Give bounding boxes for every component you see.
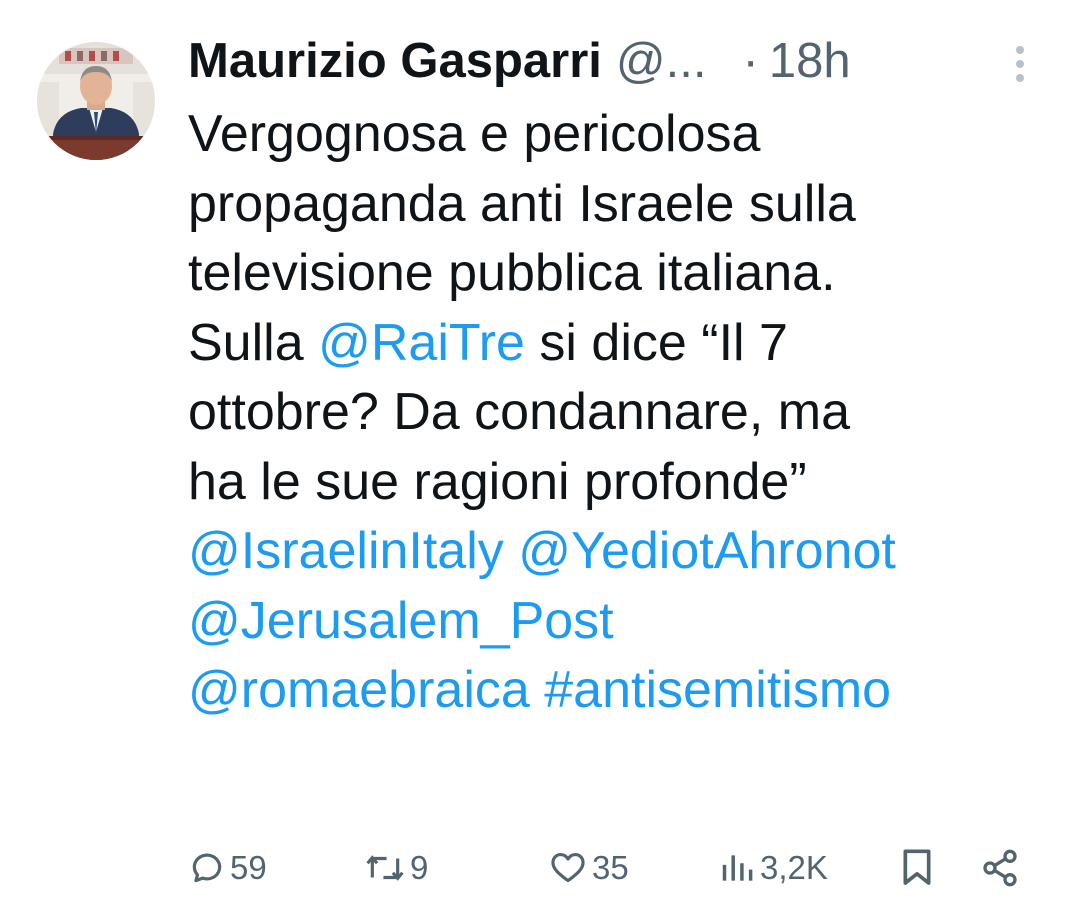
reply-count: 59 (230, 849, 267, 886)
like-button[interactable]: 35 (548, 840, 629, 896)
tweet-text-segment: ottobre? Da condannare, ma (188, 383, 850, 441)
tweet-text-segment: Sulla (188, 313, 319, 372)
repost-icon (364, 849, 406, 887)
repost-button[interactable]: 9 (364, 840, 428, 896)
tweet-line: propaganda anti Israele sulla (188, 170, 1058, 240)
tweet-line: @romaebraica #antisemitismo (188, 656, 1058, 726)
tweet-text-segment (530, 661, 544, 719)
more-options-icon[interactable] (1012, 44, 1028, 84)
share-icon (980, 848, 1020, 888)
tweet-text-segment: si dice “Il 7 (524, 313, 788, 372)
views-button[interactable]: 3,2K (718, 840, 828, 896)
timestamp[interactable]: 18h (769, 33, 851, 89)
reply-button[interactable]: 59 (188, 840, 267, 896)
avatar[interactable] (37, 42, 155, 160)
tweet-line: Vergognosa e pericolosa (188, 100, 1058, 170)
like-icon (548, 849, 588, 887)
mention-link[interactable]: @IsraelinItaly (188, 522, 504, 580)
mention-link[interactable]: @RaiTre (318, 314, 525, 372)
author-handle[interactable]: @... (616, 33, 707, 89)
mention-link[interactable]: @Jerusalem_Post (188, 592, 614, 650)
bookmark-icon (900, 848, 934, 888)
mention-link[interactable]: @YediotAhronot (518, 522, 896, 580)
views-count: 3,2K (760, 849, 828, 886)
tweet-text-segment: Vergognosa e pericolosa (188, 105, 761, 163)
tweet-line: Sulla @RaiTre si dice “Il 7 (188, 309, 1058, 379)
tweet-text-segment: ha le sue ragioni profonde” (188, 452, 807, 511)
tweet-line: ha le sue ragioni profonde” (188, 448, 1058, 518)
tweet-text-segment (504, 522, 518, 580)
hashtag-link[interactable]: #antisemitismo (544, 661, 891, 719)
tweet-text: Vergognosa e pericolosa propaganda anti I… (188, 100, 1058, 726)
mention-link[interactable]: @romaebraica (188, 661, 530, 719)
author-name[interactable]: Maurizio Gasparri (188, 33, 602, 89)
tweet-header: Maurizio Gasparri @... · 18h (188, 28, 1040, 94)
tweet: Maurizio Gasparri @... · 18h Vergognosa … (0, 0, 1080, 900)
tweet-line: ottobre? Da condannare, ma (188, 378, 1058, 448)
tweet-text-segment: propaganda anti Israele sulla (188, 174, 856, 233)
tweet-line: @Jerusalem_Post (188, 587, 1058, 657)
bookmark-button[interactable] (900, 840, 934, 896)
share-button[interactable] (980, 840, 1020, 896)
separator-dot: · (742, 34, 759, 88)
action-bar: 59 9 35 3,2K (188, 840, 1028, 896)
tweet-text-segment: televisione pubblica italiana. (188, 244, 836, 302)
views-icon (718, 849, 756, 887)
tweet-line: @IsraelinItaly @YediotAhronot (188, 517, 1058, 587)
avatar-image (37, 42, 155, 160)
repost-count: 9 (410, 849, 429, 886)
tweet-line: televisione pubblica italiana. (188, 239, 1058, 309)
like-count: 35 (592, 849, 629, 886)
reply-icon (188, 849, 226, 887)
